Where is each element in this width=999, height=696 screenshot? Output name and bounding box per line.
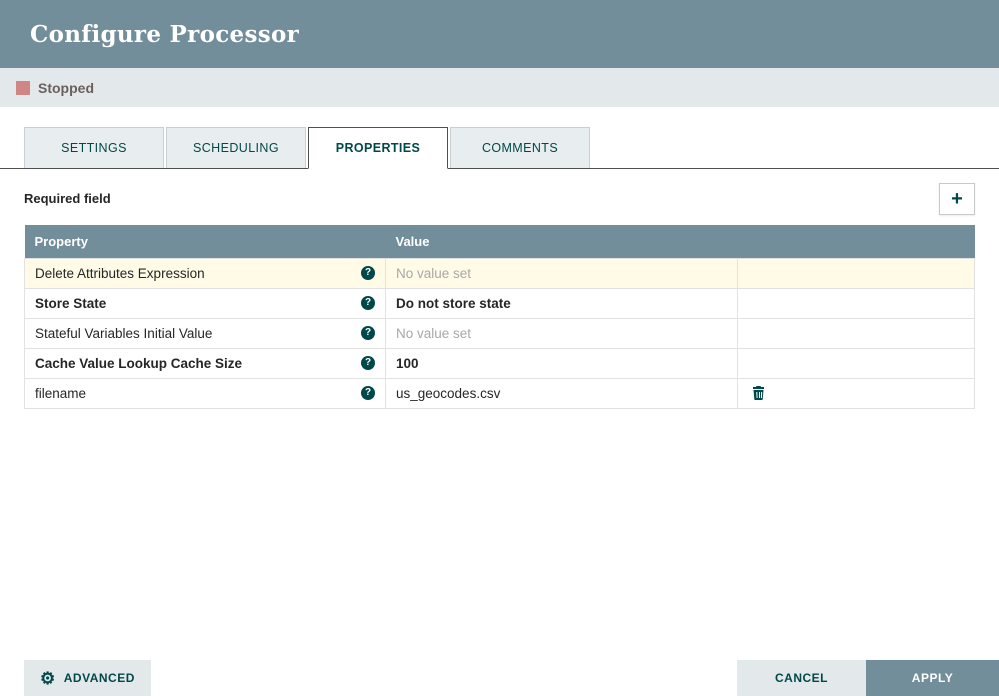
column-header-property: Property — [24, 225, 386, 258]
property-actions-cell — [736, 347, 975, 379]
gear-icon: ⚙ — [40, 668, 56, 688]
status-bar: Stopped — [0, 68, 999, 107]
property-name-cell: Cache Value Lookup Cache Size? — [24, 347, 386, 379]
properties-table-body: Delete Attributes Expression? No value se… — [24, 257, 975, 409]
add-property-button[interactable]: + — [939, 182, 975, 215]
property-name: filename — [35, 385, 87, 401]
property-value-cell[interactable]: No value set — [385, 317, 738, 349]
property-value-cell[interactable]: us_geocodes.csv — [385, 377, 738, 409]
help-icon[interactable]: ? — [361, 386, 375, 400]
property-value-cell[interactable]: No value set — [385, 257, 738, 289]
properties-panel: Required field + Property Value Delete A… — [0, 182, 999, 409]
property-row: filename? us_geocodes.csv — [24, 377, 975, 409]
advanced-button[interactable]: ⚙ ADVANCED — [24, 660, 151, 696]
help-icon[interactable]: ? — [361, 296, 375, 310]
tab-scheduling[interactable]: SCHEDULING — [166, 127, 306, 168]
property-row: Stateful Variables Initial Value? No valu… — [24, 317, 975, 349]
tab-bar: SETTINGS SCHEDULING PROPERTIES COMMENTS — [0, 127, 999, 169]
property-actions-cell — [736, 377, 975, 409]
property-name: Cache Value Lookup Cache Size — [35, 355, 243, 371]
property-actions-cell — [736, 287, 975, 319]
property-name-cell: filename? — [24, 377, 386, 409]
help-icon[interactable]: ? — [361, 356, 375, 370]
apply-button[interactable]: APPLY — [866, 660, 999, 696]
status-label: Stopped — [38, 79, 94, 96]
property-name-cell: Delete Attributes Expression? — [24, 257, 386, 289]
dialog-title: Configure Processor — [30, 20, 300, 48]
property-value-cell[interactable]: 100 — [385, 347, 738, 379]
property-row: Delete Attributes Expression? No value se… — [24, 257, 975, 289]
tab-settings[interactable]: SETTINGS — [24, 127, 164, 168]
help-icon[interactable]: ? — [361, 326, 375, 340]
property-name: Stateful Variables Initial Value — [35, 325, 213, 341]
dialog-header: Configure Processor — [0, 0, 999, 68]
cancel-button[interactable]: CANCEL — [737, 660, 866, 696]
property-row: Store State? Do not store state — [24, 287, 975, 319]
column-header-value: Value — [385, 225, 737, 258]
tab-comments[interactable]: COMMENTS — [450, 127, 590, 168]
property-value-cell[interactable]: Do not store state — [385, 287, 738, 319]
plus-icon: + — [951, 187, 963, 210]
help-icon[interactable]: ? — [361, 266, 375, 280]
property-actions-cell — [736, 257, 975, 289]
tab-properties[interactable]: PROPERTIES — [308, 127, 448, 169]
property-row: Cache Value Lookup Cache Size? 100 — [24, 347, 975, 379]
advanced-button-label: ADVANCED — [63, 671, 135, 685]
property-name-cell: Store State? — [24, 287, 386, 319]
properties-toolbar: Required field + — [24, 182, 975, 215]
property-name-cell: Stateful Variables Initial Value? — [24, 317, 386, 349]
table-header-row: Property Value — [24, 225, 975, 258]
property-actions-cell — [736, 317, 975, 349]
stopped-icon — [16, 80, 30, 95]
property-name: Delete Attributes Expression — [35, 265, 205, 281]
required-field-label: Required field — [24, 191, 111, 206]
properties-table: Property Value Delete Attributes Express… — [24, 225, 975, 409]
delete-property-button[interactable] — [748, 384, 769, 402]
property-name: Store State — [35, 295, 107, 311]
configure-processor-dialog: Configure Processor Stopped SETTINGS SCHE… — [0, 0, 999, 696]
column-header-actions — [737, 225, 975, 258]
trash-icon — [752, 385, 764, 400]
